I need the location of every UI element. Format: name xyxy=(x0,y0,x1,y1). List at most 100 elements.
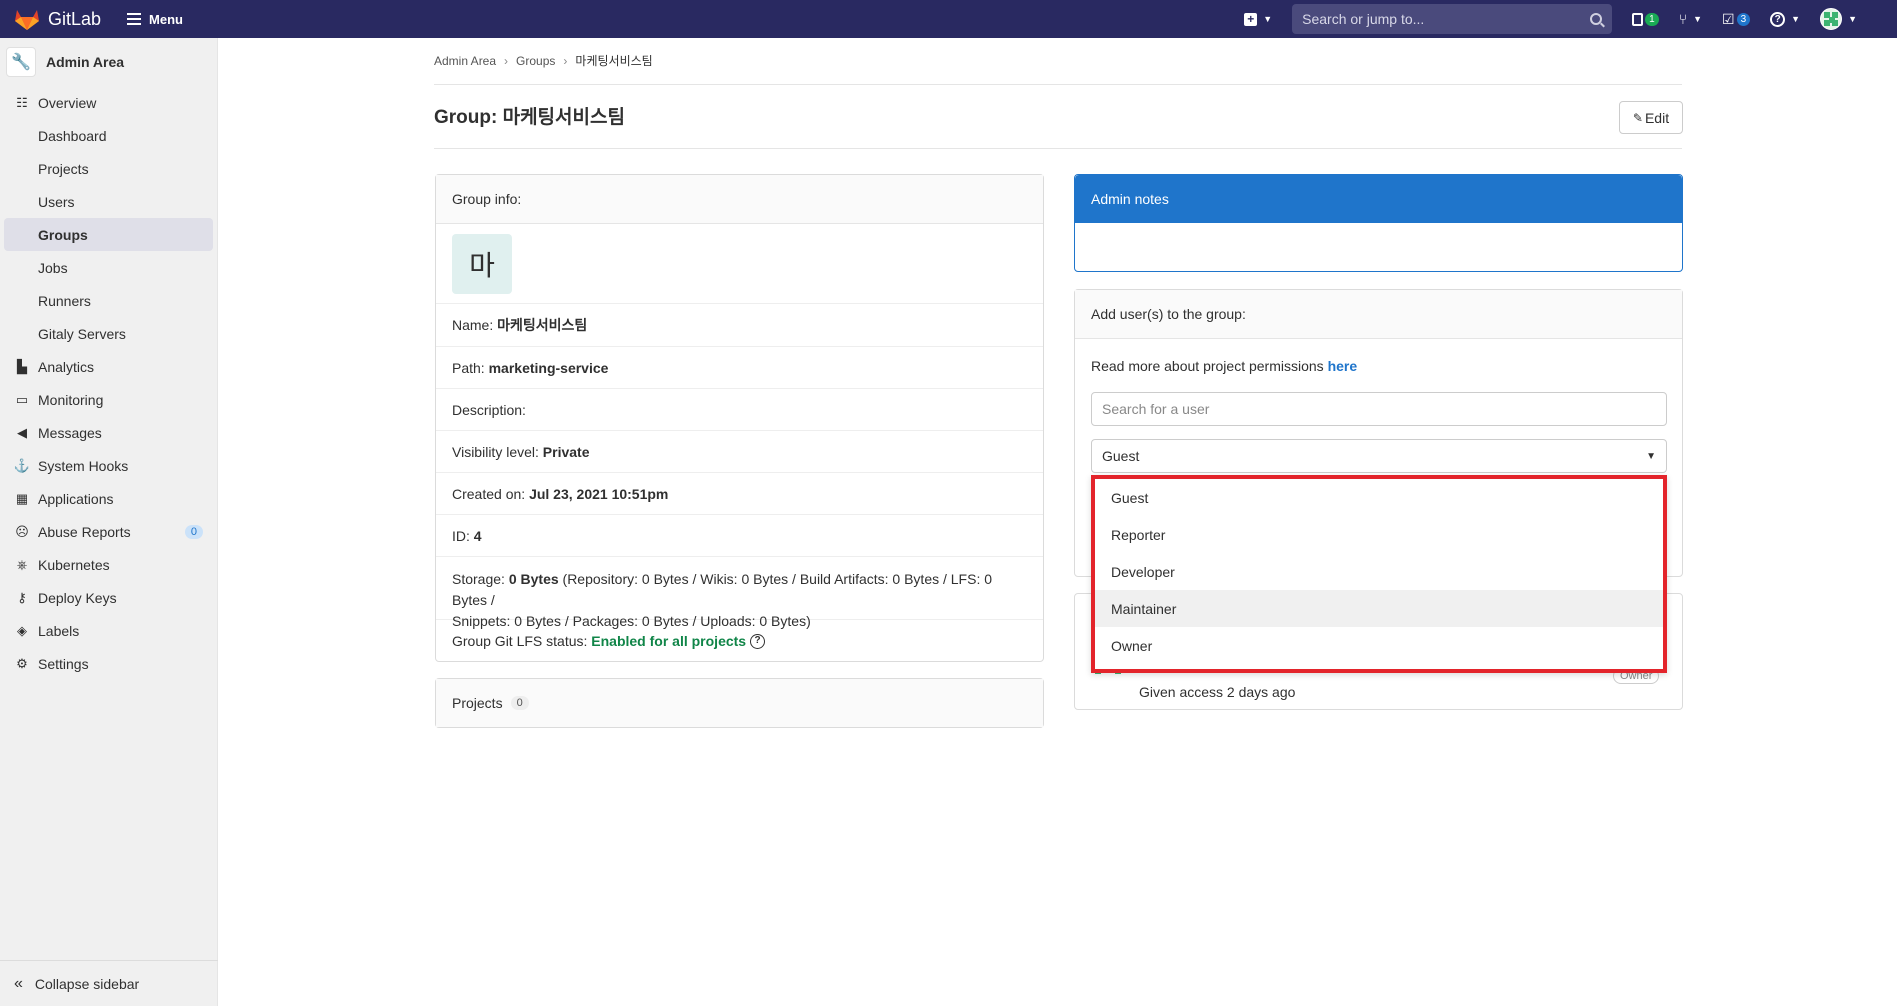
sidebar-item-settings[interactable]: ⚙ Settings xyxy=(0,647,217,680)
hook-icon: ⚓ xyxy=(13,457,31,473)
issues-count-badge: 1 xyxy=(1645,12,1659,26)
sidebar-header[interactable]: 🔧 Admin Area xyxy=(0,38,217,86)
storage-value: 0 Bytes xyxy=(508,571,559,587)
abuse-count-badge: 0 xyxy=(184,524,203,539)
sidebar-item-abuse-reports[interactable]: ☹ Abuse Reports 0 xyxy=(0,515,217,548)
role-select[interactable]: Guest ▼ xyxy=(1091,439,1667,473)
label-icon: ◈ xyxy=(17,622,27,638)
key-icon: ⚷ xyxy=(17,589,27,605)
role-option-developer[interactable]: Developer xyxy=(1095,553,1663,590)
sidebar-item-label: Monitoring xyxy=(38,391,104,408)
role-option-maintainer[interactable]: Maintainer xyxy=(1095,590,1663,627)
search-placeholder: Search or jump to... xyxy=(1302,11,1425,27)
abuse-icon: ☹ xyxy=(15,523,29,539)
plus-square-icon: + xyxy=(1244,12,1258,26)
sidebar-title: Admin Area xyxy=(46,54,125,70)
sidebar-item-users[interactable]: Users xyxy=(0,185,217,218)
menu-button[interactable]: Menu xyxy=(127,10,183,28)
new-dropdown[interactable]: + ▼ xyxy=(1244,12,1272,26)
help-icon: ? xyxy=(1770,11,1786,27)
sidebar-item-kubernetes[interactable]: ⎈ Kubernetes xyxy=(0,548,217,581)
projects-card: Projects 0 xyxy=(435,678,1044,728)
sidebar-item-deploy-keys[interactable]: ⚷ Deploy Keys xyxy=(0,581,217,614)
sidebar-item-label: Labels xyxy=(38,622,80,639)
group-description-row: Description: xyxy=(436,389,1043,431)
visibility-value: Private xyxy=(542,443,590,460)
merge-requests-dropdown[interactable]: ⑂ ▼ xyxy=(1679,11,1702,27)
gitlab-logo xyxy=(15,10,39,30)
edit-label: Edit xyxy=(1644,109,1670,126)
edit-icon: ✎ xyxy=(1632,110,1643,125)
sidebar-item-messages[interactable]: ◀ Messages xyxy=(0,416,217,449)
help-icon[interactable]: ? xyxy=(750,633,766,649)
user-menu[interactable]: ▼ xyxy=(1820,8,1857,30)
sidebar-item-label: Analytics xyxy=(38,358,95,375)
created-value: Jul 23, 2021 10:51pm xyxy=(529,485,669,502)
sidebar-item-label: Abuse Reports xyxy=(38,523,131,540)
sidebar: 🔧 Admin Area ☷ Overview Dashboard Projec… xyxy=(0,38,218,1006)
todos-count-badge: 3 xyxy=(1736,12,1751,26)
todos-link[interactable]: ☑ 3 xyxy=(1722,11,1751,28)
edit-button[interactable]: ✎ Edit xyxy=(1619,101,1683,134)
id-label: ID: xyxy=(452,527,470,544)
sidebar-item-gitaly-servers[interactable]: Gitaly Servers xyxy=(0,317,217,350)
projects-label: Projects xyxy=(452,695,503,711)
chevron-down-icon: ▼ xyxy=(1791,14,1801,24)
sidebar-item-label: System Hooks xyxy=(38,457,129,474)
collapse-sidebar-button[interactable]: « Collapse sidebar xyxy=(0,960,218,1006)
settings-icon: ⚙ xyxy=(16,655,28,671)
brand-link[interactable]: GitLab xyxy=(14,7,101,31)
breadcrumb: Admin Area › Groups › 마케팅서비스팀 xyxy=(434,52,653,69)
sidebar-item-label: Settings xyxy=(38,655,89,672)
sidebar-item-system-hooks[interactable]: ⚓ System Hooks xyxy=(0,449,217,482)
breadcrumb-current[interactable]: 마케팅서비스팀 xyxy=(575,52,652,69)
permissions-link[interactable]: here xyxy=(1328,358,1358,374)
wrench-icon: 🔧 xyxy=(6,47,36,77)
brand-name: GitLab xyxy=(48,8,102,29)
issues-link[interactable]: 1 xyxy=(1632,12,1659,26)
visibility-label: Visibility level: xyxy=(452,443,539,460)
page-title: Group: 마케팅서비스팀 xyxy=(434,107,625,128)
group-storage-row: Storage: 0 Bytes (Repository: 0 Bytes / … xyxy=(436,557,1043,629)
user-search-input[interactable]: Search for a user xyxy=(1091,392,1667,426)
merge-request-icon: ⑂ xyxy=(1678,11,1688,27)
search-icon xyxy=(1590,13,1603,25)
help-dropdown[interactable]: ? ▼ xyxy=(1770,11,1801,27)
chevron-right-icon: › xyxy=(504,53,509,68)
sidebar-item-jobs[interactable]: Jobs xyxy=(0,251,217,284)
group-created-row: Created on: Jul 23, 2021 10:51pm xyxy=(436,473,1043,515)
group-info-card: Group info: 마 Name: 마케팅서비스팀 Path: market… xyxy=(435,174,1044,662)
search-box[interactable]: Search or jump to... xyxy=(1292,4,1613,34)
sidebar-item-label: Kubernetes xyxy=(38,556,110,573)
sidebar-item-groups[interactable]: Groups xyxy=(4,218,213,251)
chevron-down-icon: ▼ xyxy=(1848,14,1857,24)
group-name-row: Name: 마케팅서비스팀 xyxy=(436,304,1043,347)
chevron-down-icon: ▼ xyxy=(1693,14,1703,24)
sidebar-item-labels[interactable]: ◈ Labels xyxy=(0,614,217,647)
sidebar-item-label: Applications xyxy=(38,490,114,507)
permissions-text: Read more about project permissions xyxy=(1091,358,1324,374)
lfs-value: Enabled for all projects xyxy=(591,633,747,649)
permissions-text-row: Read more about project permissions here xyxy=(1091,358,1357,374)
double-chevron-left-icon: « xyxy=(14,974,23,992)
top-navbar: GitLab Menu + ▼ Search or jump to... 1 ⑂… xyxy=(0,0,1897,38)
role-option-guest[interactable]: Guest xyxy=(1095,479,1663,516)
admin-notes-card: Admin notes xyxy=(1074,174,1683,272)
storage-label: Storage: xyxy=(452,571,505,587)
sidebar-item-monitoring[interactable]: ▭ Monitoring xyxy=(0,383,217,416)
admin-notes-header: Admin notes xyxy=(1075,175,1682,223)
sidebar-item-runners[interactable]: Runners xyxy=(0,284,217,317)
breadcrumb-admin-area[interactable]: Admin Area xyxy=(434,54,496,68)
sidebar-item-overview[interactable]: ☷ Overview xyxy=(0,86,217,119)
role-option-reporter[interactable]: Reporter xyxy=(1095,516,1663,553)
sidebar-item-dashboard[interactable]: Dashboard xyxy=(0,119,217,152)
sidebar-item-applications[interactable]: ▦ Applications xyxy=(0,482,217,515)
breadcrumb-groups[interactable]: Groups xyxy=(516,54,555,68)
chevron-down-icon: ▼ xyxy=(1646,450,1656,462)
sidebar-item-analytics[interactable]: ▙ Analytics xyxy=(0,350,217,383)
path-label: Path: xyxy=(452,359,485,376)
group-id-row: ID: 4 xyxy=(436,515,1043,557)
sidebar-item-projects[interactable]: Projects xyxy=(0,152,217,185)
role-option-owner[interactable]: Owner xyxy=(1095,627,1663,664)
menu-label: Menu xyxy=(149,11,183,27)
